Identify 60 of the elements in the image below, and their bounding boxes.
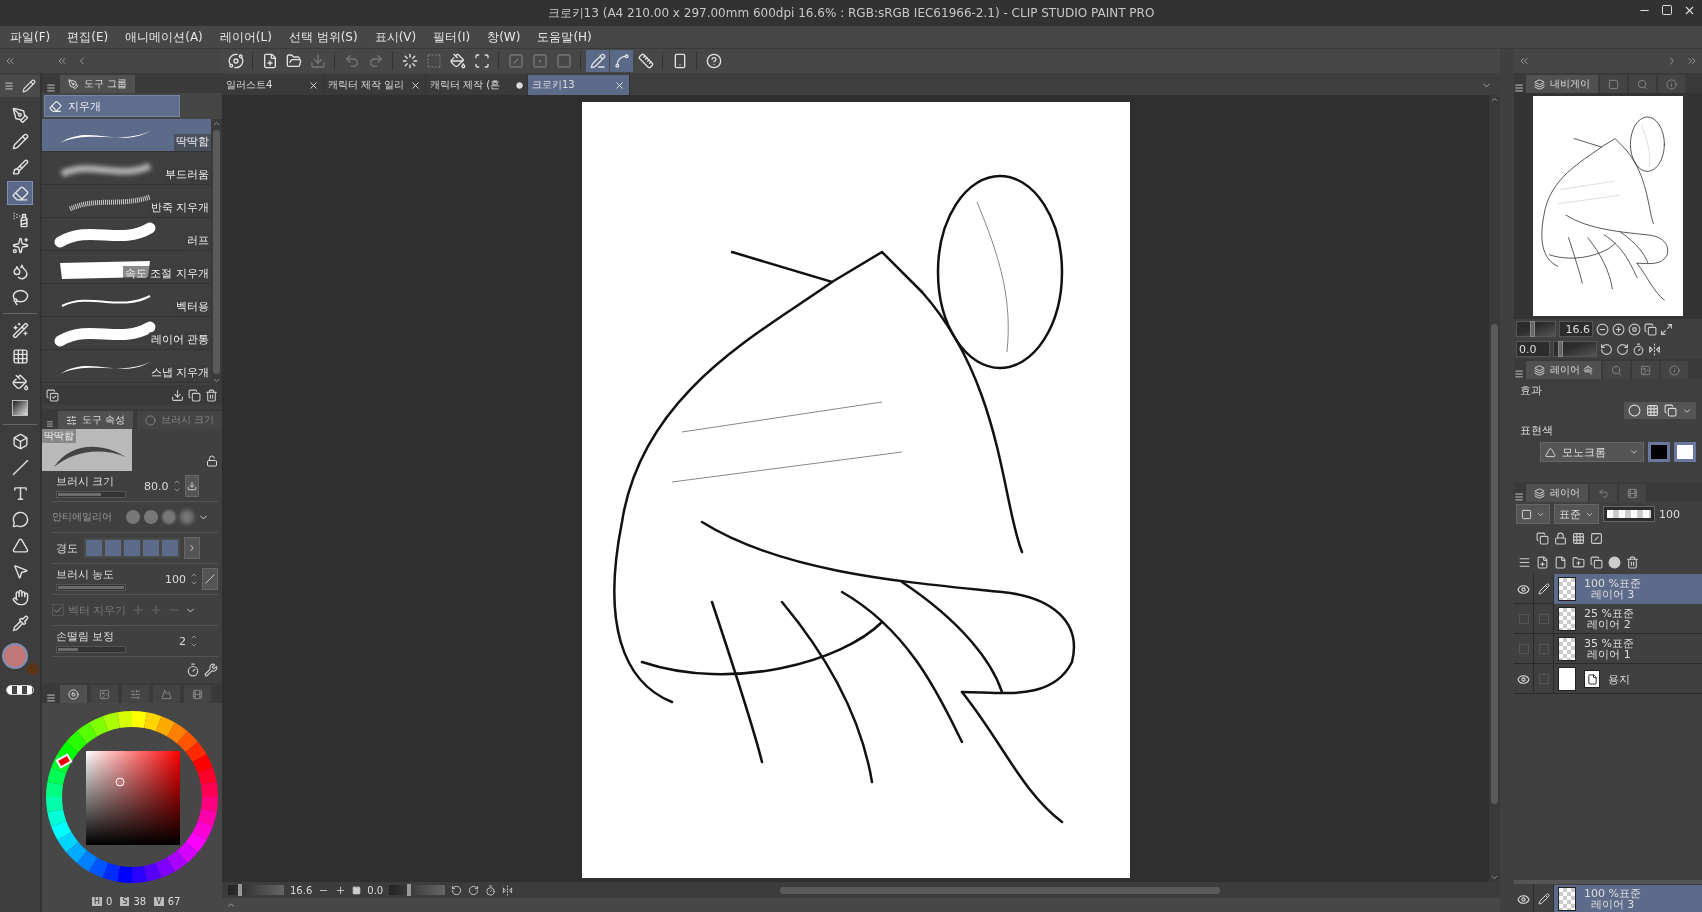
section-label: 효과 <box>1520 383 1543 398</box>
channel-value: 67 <box>167 895 181 907</box>
panel-tab[interactable]: 도구 속성 <box>57 411 133 429</box>
panel-tab[interactable]: 레이어 속 <box>1526 361 1602 379</box>
brush-item[interactable]: 딱딱함 <box>42 119 211 152</box>
slider-value: 0.0 <box>1516 341 1550 357</box>
layer-name: 레이어 3 <box>1589 589 1635 600</box>
current-layer[interactable]: 100 %표준 레이어 3 <box>1554 885 1702 912</box>
layer-item[interactable]: 100 %표준 레이어 3 <box>1554 574 1702 604</box>
document-tab[interactable]: 캐릭터 제작 일리 <box>324 75 426 95</box>
menu-item[interactable]: 선택 범위(S) <box>284 28 371 46</box>
property-value: 80.0 <box>144 479 169 493</box>
zoom-value: 16.6 <box>290 884 313 896</box>
panel-tab[interactable]: 내비게이 <box>1526 75 1598 93</box>
layer-mode: 25 %표준 <box>1584 608 1634 619</box>
layer-mode: 100 %표준 <box>1584 888 1641 899</box>
layer-name: 레이어 1 <box>1586 649 1631 660</box>
menu-item[interactable]: 애니메이션(A) <box>121 28 216 46</box>
panel-tab[interactable]: 도구 그룹 <box>60 75 136 93</box>
rotation-value: 0.0 <box>367 884 384 896</box>
channel-label: S <box>120 896 130 906</box>
opacity-value: 100 <box>1659 507 1680 521</box>
layer-mode: 35 %표준 <box>1584 638 1634 649</box>
blend-mode-select[interactable]: 표준 <box>1554 504 1599 524</box>
menu-item[interactable]: 표시(V) <box>370 28 430 46</box>
property-value: 2 <box>179 634 186 648</box>
property-label: 손떨림 보정 <box>56 629 116 644</box>
panel-tab[interactable]: 레이어 <box>1526 484 1588 502</box>
layer-name: 레이어 3 <box>1589 899 1635 910</box>
menu-item[interactable]: 도움말(H) <box>533 28 605 46</box>
menu-item[interactable]: 레이어(L) <box>215 28 285 46</box>
layer-name: 용지 <box>1608 673 1630 685</box>
layer-mode: 100 %표준 <box>1584 578 1641 589</box>
property-value: 100 <box>165 572 186 586</box>
document-tab[interactable]: 크로키13 <box>528 75 630 95</box>
color-mode-select[interactable]: 모노크롬 <box>1540 442 1644 462</box>
preview-label: 딱딱함 <box>42 429 76 443</box>
document-tab[interactable]: 캐릭터 제작 (혼 <box>426 75 528 95</box>
property-label: 경도 <box>55 540 79 556</box>
channel-label: H <box>92 896 102 906</box>
tool-group-button[interactable]: 지우개 <box>44 95 180 117</box>
layer-item[interactable]: 25 %표준 레이어 2 <box>1554 604 1702 634</box>
channel-label: V <box>154 896 164 906</box>
brush-label: 딱딱함 <box>174 134 211 151</box>
document-tab[interactable]: 일러스트4 <box>222 75 324 95</box>
menu-item[interactable]: 창(W) <box>483 28 534 46</box>
menu-item[interactable]: 필터(I) <box>429 28 484 46</box>
layer-item[interactable]: 용지 <box>1554 664 1702 694</box>
window-title: 크로키13 (A4 210.00 x 297.00mm 600dpi 16.6% : RGB:sRGB IEC61966-2.1) - CLIP STUDIO PAINT PRO <box>547 4 1155 22</box>
channel-value: 0 <box>106 895 113 907</box>
property-label: 브러시 농도 <box>56 567 116 582</box>
property-label: 브러시 크기 <box>56 474 116 489</box>
section-label: 표현색 <box>1520 423 1554 438</box>
property-label: 안티에일리어 <box>52 510 113 524</box>
menu-item[interactable]: 편집(E) <box>63 28 122 46</box>
menu-item[interactable]: 파일(F) <box>6 28 64 46</box>
layer-item[interactable]: 35 %표준 레이어 1 <box>1554 634 1702 664</box>
channel-value: 38 <box>133 895 147 907</box>
slider-value: 16.6 <box>1559 321 1593 337</box>
layer-name: 레이어 2 <box>1586 619 1632 630</box>
